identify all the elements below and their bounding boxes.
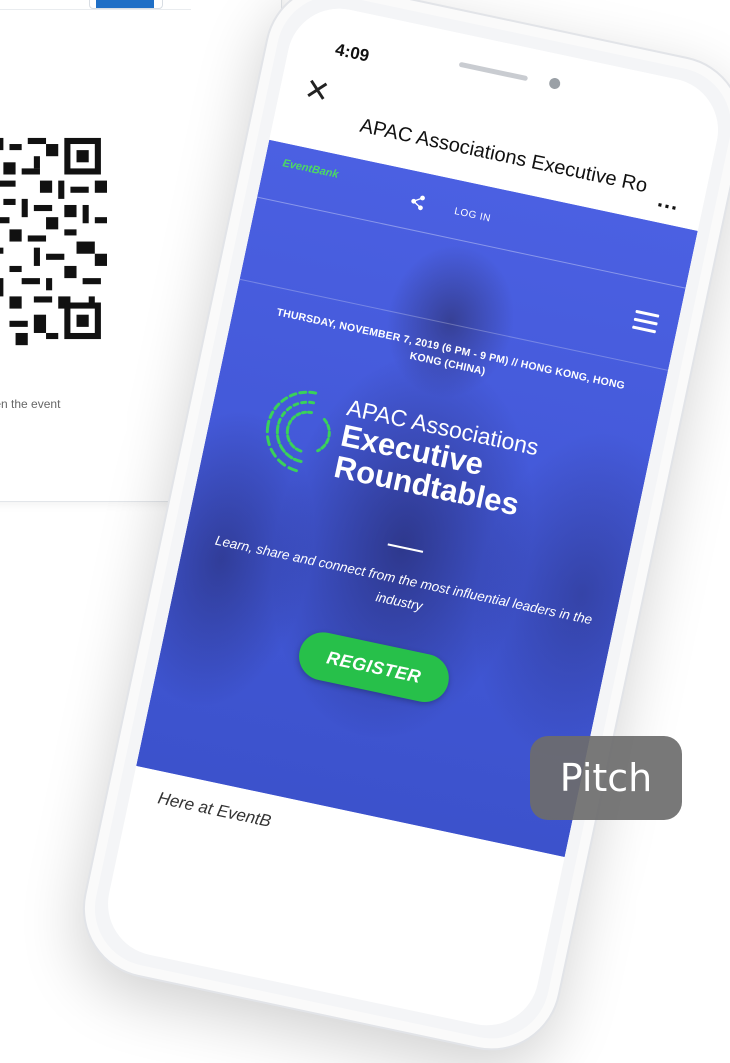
intro-text: Here at EventB (156, 788, 273, 831)
close-icon[interactable]: ✕ (301, 72, 332, 110)
pitch-badge[interactable]: Pitch (530, 736, 682, 820)
qr-code-image (0, 131, 107, 346)
card-topbar (0, 0, 191, 10)
hamburger-menu-icon[interactable] (631, 309, 660, 338)
front-camera (548, 76, 562, 91)
speaker-grille (458, 61, 529, 82)
more-options-button[interactable]: ... (655, 186, 682, 216)
status-time: 4:09 (333, 39, 371, 66)
card-topbar-button[interactable] (89, 0, 163, 9)
share-icon-graphic (411, 195, 425, 211)
card-caption: open the event (0, 397, 61, 411)
